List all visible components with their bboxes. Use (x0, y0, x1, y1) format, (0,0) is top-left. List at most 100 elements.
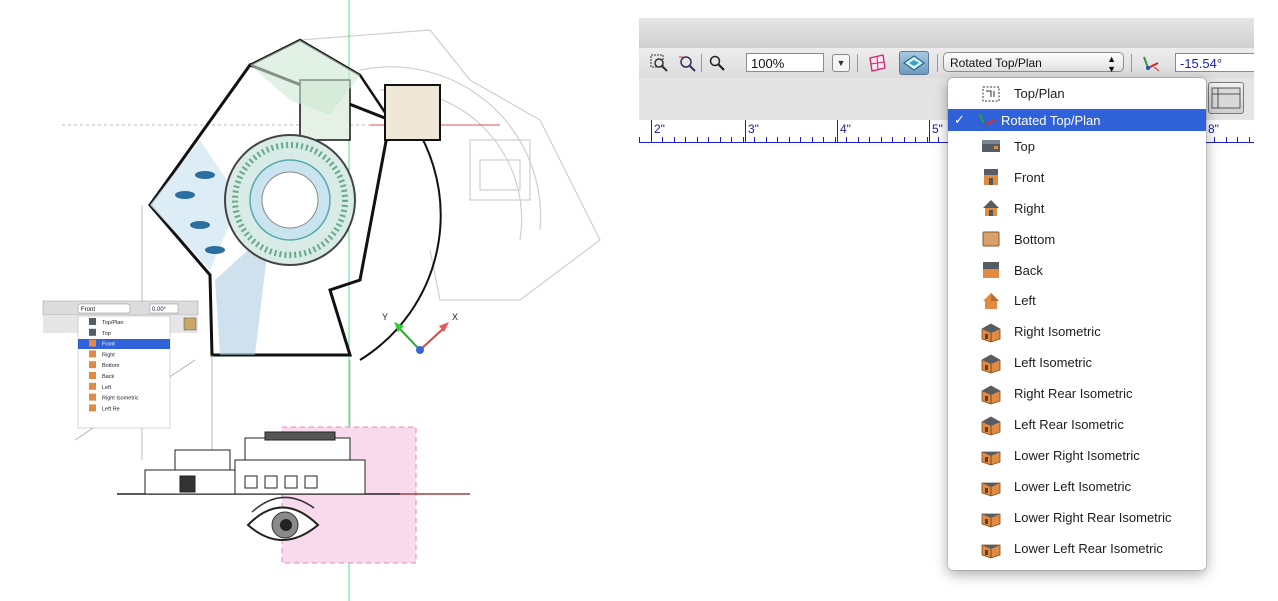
menu-item-label: Left (1014, 293, 1036, 309)
ruler-icon (1211, 87, 1241, 109)
ruler-minor-tick (857, 137, 859, 142)
ruler-minor-tick (1237, 137, 1238, 142)
menu-item-label: Right Rear Isometric (1014, 386, 1133, 402)
window-titlebar (639, 18, 1254, 48)
rotate-plan-axes-icon (1143, 56, 1160, 72)
mini-menu-item: Left (102, 385, 112, 391)
rotate-plan-button[interactable] (1139, 52, 1163, 74)
ruler-minor-tick (846, 137, 847, 142)
standard-view-select[interactable]: Rotated Top/Plan ▲ ▼ (943, 52, 1124, 74)
ruler-minor-tick (788, 137, 790, 142)
lower-left-isometric-icon (980, 475, 1002, 497)
mini-view-select: Front (81, 307, 95, 313)
ruler-minor-tick (926, 137, 928, 142)
ruler-minor-tick (1225, 137, 1227, 142)
ruler-minor-tick (777, 137, 778, 142)
mini-menu-item: Top/Plan (102, 320, 123, 326)
zoom-dropdown-button[interactable]: ▼ (832, 54, 850, 72)
menu-item-front[interactable]: Front (948, 162, 1206, 193)
mini-view-menu: Front 0.00° Top/Plan Top Front Right Bottom B… (42, 300, 199, 429)
view-toolbar: 100% ▼ Rotated Top/Plan ▲ ▼ -15.54° (639, 48, 1254, 79)
ruler-minor-tick (834, 137, 836, 142)
standard-view-menu: Top/Plan ✓ Rotated Top/Plan Top Front Right Bo… (948, 78, 1206, 570)
menu-item-label: Rotated Top/Plan (1001, 112, 1101, 128)
ruler-minor-tick (685, 137, 686, 142)
menu-item-lower-right-isometric[interactable]: Lower Right Isometric (948, 440, 1206, 471)
mini-angle-field: 0.00° (152, 307, 167, 313)
menu-item-label: Top (1014, 138, 1035, 154)
lower-left-rear-isometric-icon (980, 537, 1002, 559)
ruler-major-tick (929, 120, 930, 142)
zoom-select-button[interactable] (647, 52, 671, 74)
magnifier-icon (709, 55, 725, 71)
mini-menu-item: Top (102, 331, 111, 337)
pan-zoom-button[interactable] (675, 52, 699, 74)
ruler-label: 4" (840, 122, 851, 136)
menu-item-label: Lower Right Isometric (1014, 447, 1140, 463)
bottom-view-icon (980, 228, 1002, 250)
right-rear-isometric-icon (980, 383, 1002, 405)
menu-item-right-isometric[interactable]: Right Isometric (948, 316, 1206, 347)
menu-item-lower-right-rear-isometric[interactable]: Lower Right Rear Isometric (948, 502, 1206, 533)
zoom-button[interactable] (705, 52, 729, 74)
ruler-major-tick (837, 120, 838, 142)
zoom-percent-field[interactable]: 100% (746, 53, 824, 72)
menu-item-label: Front (1014, 169, 1045, 185)
menu-item-label: Right Isometric (1014, 324, 1101, 340)
ruler-minor-tick (696, 137, 698, 142)
ruler-minor-tick (639, 137, 640, 142)
ruler-minor-tick (742, 137, 744, 142)
menu-item-left-isometric[interactable]: Left Isometric (948, 347, 1206, 378)
menu-item-left-rear-isometric[interactable]: Left Rear Isometric (948, 409, 1206, 440)
ruler-minor-tick (800, 137, 801, 142)
ruler-minor-tick (754, 137, 755, 142)
ruler-minor-tick (938, 137, 939, 142)
menu-item-label: Left Rear Isometric (1014, 417, 1124, 433)
ruler-minor-tick (765, 137, 767, 142)
back-view-icon (980, 259, 1002, 281)
menu-item-lower-left-isometric[interactable]: Lower Left Isometric (948, 471, 1206, 502)
menu-item-lower-left-rear-isometric[interactable]: Lower Left Rear Isometric (948, 533, 1206, 564)
mini-menu-item: Front (102, 342, 115, 348)
checkmark-icon: ✓ (954, 112, 965, 127)
rotated-floor-plan-illustration: Y X Front 0.00° Top/PlanTopFrontRightBot… (42, 0, 601, 601)
ruler-settings-button[interactable] (1208, 82, 1244, 114)
menu-item-right[interactable]: Right (948, 193, 1206, 224)
right-isometric-icon (980, 321, 1002, 343)
menu-item-bottom[interactable]: Bottom (948, 224, 1206, 255)
ruler-label: 3" (748, 122, 759, 136)
ruler-minor-tick (1214, 137, 1215, 142)
menu-item-left[interactable]: Left (948, 286, 1206, 317)
ruler-minor-tick (880, 137, 882, 142)
mini-menu-item-icon (89, 350, 96, 358)
rotation-angle-field[interactable]: -15.54° (1175, 53, 1254, 72)
working-plane-button[interactable] (865, 52, 889, 74)
mini-menu-item-icon (89, 318, 96, 325)
ruler-label: 5" (932, 122, 943, 136)
mini-menu-item-icon (89, 404, 96, 412)
plane-mode-button[interactable] (899, 51, 929, 75)
ruler-minor-tick (1248, 137, 1250, 142)
mini-menu-item-icon (89, 382, 96, 390)
menu-item-top[interactable]: Top (948, 131, 1206, 162)
ruler-minor-tick (869, 137, 870, 142)
right-view-icon (980, 197, 1002, 219)
menu-item-label: Lower Left Rear Isometric (1014, 540, 1163, 556)
menu-item-rotated-top-plan[interactable]: ✓ Rotated Top/Plan (948, 109, 1206, 131)
ruler-minor-tick (731, 137, 732, 142)
ruler-minor-tick (708, 137, 709, 142)
menu-item-top-plan[interactable]: Top/Plan (948, 78, 1206, 109)
updown-arrows-icon: ▲ ▼ (1107, 54, 1116, 74)
left-view-icon (980, 290, 1002, 312)
chevron-down-icon: ▼ (836, 58, 846, 68)
front-elevation (117, 431, 470, 495)
menu-item-back[interactable]: Back (948, 255, 1206, 286)
top-view-icon (980, 135, 1002, 157)
mini-menu-item-icon (89, 328, 96, 336)
menu-item-right-rear-isometric[interactable]: Right Rear Isometric (948, 378, 1206, 409)
menu-item-label: Back (1014, 262, 1043, 278)
menu-item-label: Bottom (1014, 231, 1056, 247)
ruler-minor-tick (811, 137, 813, 142)
menu-item-label: Right (1014, 200, 1045, 216)
lower-right-rear-isometric-icon (980, 506, 1002, 528)
